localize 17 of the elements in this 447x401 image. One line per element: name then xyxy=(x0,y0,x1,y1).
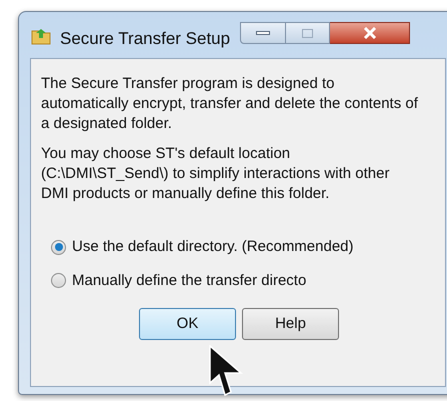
option-label: Use the default directory. (Recommended) xyxy=(72,237,354,257)
option-label: Manually define the transfer directo xyxy=(72,270,306,290)
radio-button[interactable] xyxy=(51,273,66,288)
close-button[interactable] xyxy=(330,22,410,44)
radio-button[interactable] xyxy=(51,240,66,255)
maximize-button[interactable] xyxy=(286,22,330,44)
description-text: You may choose ST's default location (C:\DMI\ST_Send\) to simplify interactions with other DMI products or manually define this folder. xyxy=(41,144,390,204)
maximize-icon xyxy=(302,28,314,38)
dialog-button[interactable]: OK xyxy=(139,308,236,340)
close-icon xyxy=(362,27,377,39)
minimize-button[interactable] xyxy=(240,22,286,44)
minimize-icon xyxy=(256,31,270,35)
dialog-button[interactable]: Help xyxy=(242,308,339,340)
description-text: The Secure Transfer program is designed to automatically encrypt, transfer and delete the contents of a designated folder. xyxy=(41,74,419,134)
folder-icon xyxy=(31,27,51,45)
mouse-cursor-icon xyxy=(209,345,243,397)
window-title: Secure Transfer Setup xyxy=(60,28,230,50)
